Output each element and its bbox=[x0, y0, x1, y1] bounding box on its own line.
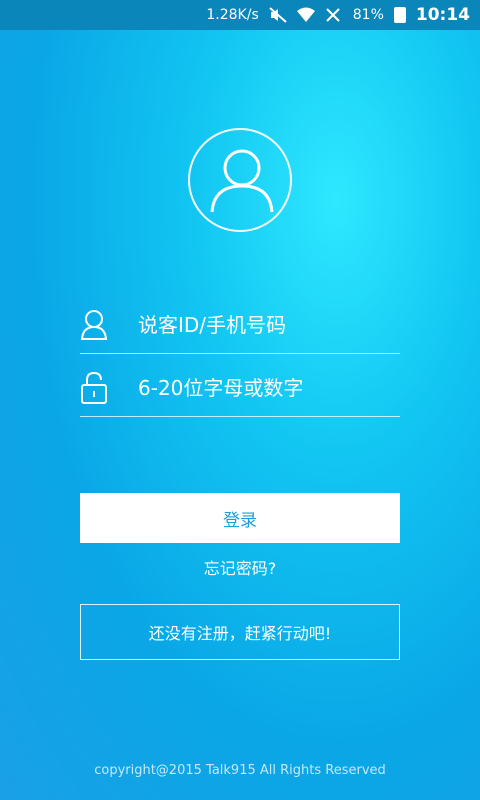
account-input[interactable] bbox=[138, 312, 400, 337]
clock: 10:14 bbox=[415, 5, 470, 25]
status-bar: 1.28K/s 81% 10:14 bbox=[0, 0, 480, 30]
forgot-password-link[interactable]: 忘记密码? bbox=[0, 555, 480, 579]
mute-icon bbox=[269, 7, 287, 23]
no-signal-icon bbox=[325, 7, 343, 23]
register-button[interactable]: 还没有注册，赶紧行动吧! bbox=[80, 604, 400, 660]
lock-icon bbox=[80, 368, 120, 408]
user-icon bbox=[80, 305, 120, 345]
password-field-row bbox=[80, 359, 400, 417]
user-avatar-icon bbox=[188, 128, 292, 232]
battery-percent: 81% bbox=[352, 7, 384, 23]
battery-icon bbox=[393, 7, 406, 23]
network-speed: 1.28K/s bbox=[206, 7, 259, 23]
login-button[interactable]: 登录 bbox=[80, 493, 400, 543]
account-field-row bbox=[80, 296, 400, 354]
wifi-icon bbox=[296, 7, 315, 23]
copyright-text: copyright@2015 Talk915 All Rights Reserv… bbox=[94, 763, 386, 778]
password-input[interactable] bbox=[138, 375, 400, 400]
